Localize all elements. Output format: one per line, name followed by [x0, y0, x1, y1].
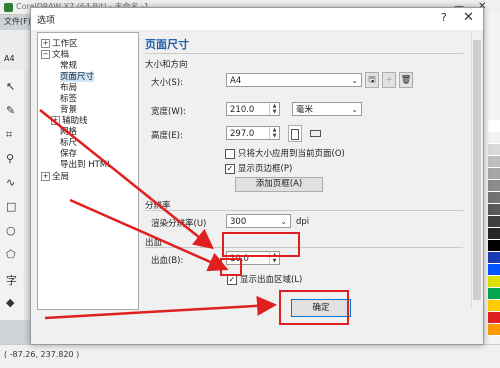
- checkbox-checked-icon[interactable]: ✓: [227, 274, 237, 285]
- coreldraw-logo-icon: [4, 3, 13, 12]
- palette-swatch[interactable]: [488, 276, 500, 288]
- palette-swatch[interactable]: [488, 144, 500, 156]
- palette-swatch[interactable]: [488, 300, 500, 312]
- height-label: 高度(E):: [151, 131, 183, 141]
- palette-swatch[interactable]: [488, 120, 500, 132]
- help-icon[interactable]: ?: [441, 11, 447, 24]
- chevron-down-icon: ⌄: [351, 105, 358, 114]
- dialog-title: 选项: [37, 16, 56, 26]
- resolution-select[interactable]: 300 ⌄: [226, 214, 291, 228]
- palette-swatch[interactable]: [488, 216, 500, 228]
- rectangle-tool-icon[interactable]: □: [6, 200, 16, 213]
- palette-swatch[interactable]: [488, 312, 500, 324]
- landscape-icon[interactable]: [307, 125, 323, 142]
- width-input[interactable]: 210.0 ▲ ▼: [226, 102, 280, 116]
- palette-swatch[interactable]: [488, 264, 500, 276]
- toolbox: ↖ ✎ ⌗ ⚲ ∿ □ ○ ⬠ 字 ◆: [0, 70, 25, 320]
- divider: [145, 210, 463, 211]
- save-preset-button[interactable]: 🖫: [365, 72, 379, 88]
- palette-swatch[interactable]: [488, 156, 500, 168]
- page-size-panel: 页面尺寸 大小和方向 大小(S): A4 ⌄ 🖫 + 🗑 宽度(W): 210.0…: [141, 32, 471, 308]
- zoom-tool-icon[interactable]: ⚲: [6, 152, 14, 165]
- annotation-highlight-checkbox: [220, 258, 242, 276]
- polygon-tool-icon[interactable]: ⬠: [6, 248, 16, 261]
- options-dialog: 选项 ? ✕ + 工作区 − 文档 常规 页面尺寸 布局 标签 背景 + 辅助线 网格…: [30, 7, 484, 345]
- pick-tool-icon[interactable]: ↖: [6, 80, 15, 93]
- dialog-title-bar: 选项 ? ✕: [31, 8, 483, 30]
- expand-icon[interactable]: +: [41, 172, 50, 181]
- show-page-border-checkbox[interactable]: ✓ 显示页边框(P): [225, 162, 292, 174]
- close-icon[interactable]: ✕: [463, 10, 474, 25]
- add-preset-button[interactable]: +: [382, 72, 396, 88]
- size-section-label: 大小和方向: [145, 60, 188, 70]
- page-title: 页面尺寸: [145, 38, 189, 51]
- palette-swatch[interactable]: [488, 228, 500, 240]
- size-select[interactable]: A4 ⌄: [226, 73, 362, 87]
- paper-size-select[interactable]: A4: [4, 54, 15, 63]
- spinner-icon[interactable]: ▲ ▼: [269, 127, 279, 139]
- spinner-icon[interactable]: ▲ ▼: [269, 103, 279, 115]
- height-input[interactable]: 297.0 ▲ ▼: [226, 126, 280, 140]
- apply-current-only-checkbox[interactable]: 只将大小应用到当前页面(O): [225, 147, 345, 159]
- tree-item-export-html[interactable]: 导出到 HTML: [60, 158, 112, 170]
- palette-swatch[interactable]: [488, 252, 500, 264]
- render-resolution-label: 渲染分辨率(U): [151, 219, 207, 229]
- cursor-coordinates: ( -87.26, 237.820 ): [4, 350, 80, 359]
- annotation-highlight-bleed: [222, 232, 300, 257]
- shape-tool-icon[interactable]: ✎: [6, 104, 15, 117]
- ellipse-tool-icon[interactable]: ○: [6, 224, 16, 237]
- fill-tool-icon[interactable]: ◆: [6, 296, 14, 309]
- options-tree: + 工作区 − 文档 常规 页面尺寸 布局 标签 背景 + 辅助线 网格 标尺 保存 …: [37, 32, 139, 310]
- unit-select[interactable]: 毫米 ⌄: [292, 102, 362, 116]
- width-label: 宽度(W):: [151, 107, 186, 117]
- collapse-icon[interactable]: −: [41, 50, 50, 59]
- scrollbar[interactable]: [471, 32, 482, 308]
- color-palette[interactable]: [488, 120, 500, 340]
- palette-swatch[interactable]: [488, 168, 500, 180]
- divider: [145, 247, 463, 248]
- tree-item-global[interactable]: + 全局: [41, 170, 69, 182]
- palette-swatch[interactable]: [488, 324, 500, 336]
- scrollbar-thumb[interactable]: [473, 40, 481, 300]
- size-label: 大小(S):: [151, 78, 183, 88]
- annotation-highlight-ok: [279, 290, 349, 325]
- status-bar: ( -87.26, 237.820 ): [0, 344, 500, 368]
- dialog-button-bar: [31, 315, 483, 343]
- divider: [145, 53, 463, 54]
- bleed-label: 出血(B):: [151, 256, 184, 266]
- portrait-icon[interactable]: [288, 125, 302, 142]
- palette-swatch[interactable]: [488, 180, 500, 192]
- palette-swatch[interactable]: [488, 192, 500, 204]
- palette-swatch[interactable]: [488, 240, 500, 252]
- checkbox-checked-icon[interactable]: ✓: [225, 163, 235, 174]
- add-page-frame-button[interactable]: 添加页框(A): [235, 177, 323, 192]
- text-tool-icon[interactable]: 字: [6, 272, 17, 288]
- expand-icon[interactable]: +: [41, 39, 50, 48]
- crop-tool-icon[interactable]: ⌗: [6, 128, 12, 142]
- freehand-tool-icon[interactable]: ∿: [6, 176, 15, 189]
- delete-preset-icon[interactable]: 🗑: [399, 72, 413, 88]
- expand-icon[interactable]: +: [51, 116, 60, 125]
- palette-swatch[interactable]: [488, 204, 500, 216]
- chevron-down-icon: ⌄: [280, 217, 287, 226]
- checkbox-icon[interactable]: [225, 148, 235, 159]
- resolution-unit: dpi: [296, 217, 310, 227]
- palette-swatch[interactable]: [488, 132, 500, 144]
- chevron-down-icon: ⌄: [351, 76, 358, 85]
- palette-swatch[interactable]: [488, 288, 500, 300]
